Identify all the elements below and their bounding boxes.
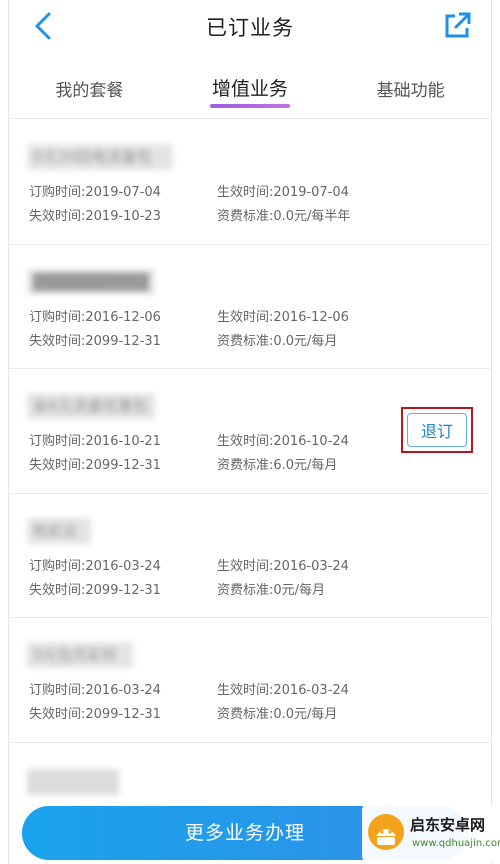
fee-standard: 资费标准:6.0元/每月 <box>217 458 338 473</box>
list-item-partial <box>9 743 491 803</box>
list-item: 和彩云 订购时间:2016-03-24 生效时间:2016-03-24 失效时间… <box>9 494 491 618</box>
tab-label: 基础功能 <box>376 81 445 101</box>
active-tab-underline <box>210 104 290 108</box>
fee-standard: 资费标准:0.0元/每月 <box>217 333 338 349</box>
share-button[interactable] <box>439 8 475 44</box>
watermark: 启东安卓网 www.qdhuajin.com <box>362 804 500 862</box>
order-time: 订购时间:2016-03-24 <box>29 558 161 574</box>
service-name: 0元30回电流量包 <box>27 144 173 170</box>
highlight-box: 退订 <box>401 407 473 453</box>
watermark-name: 启东安卓网 <box>410 816 486 834</box>
fee-standard: 资费标准:0.0元/每月 <box>217 707 338 722</box>
order-time: 订购时间:2016-12-06 <box>29 309 161 325</box>
service-name: ██████████ <box>27 268 155 295</box>
external-link-icon <box>445 12 471 38</box>
tab-my-package[interactable]: 我的套餐 <box>9 62 170 118</box>
service-name: 和彩云 <box>27 517 91 544</box>
expire-time: 失效时间:2099-12-31 <box>29 582 161 598</box>
list-item: 省6元流量优惠包 订购时间:2016-10-21 生效时间:2016-10-24… <box>9 369 491 494</box>
order-time: 订购时间:2016-03-24 <box>29 683 161 698</box>
android-logo-icon <box>368 814 404 850</box>
order-time: 订购时间:2016-10-21 <box>29 434 161 449</box>
effect-time: 生效时间:2016-03-24 <box>217 683 349 698</box>
tab-label: 我的套餐 <box>55 81 124 101</box>
list-item: 0元包月彩铃 订购时间:2016-03-24 生效时间:2016-03-24 失… <box>9 618 491 743</box>
fee-standard: 资费标准:0元/每月 <box>217 582 326 598</box>
tab-bar: 我的套餐 增值业务 基础功能 <box>9 62 491 118</box>
tab-value-added[interactable]: 增值业务 <box>170 62 331 118</box>
service-name: 省6元流量优惠包 <box>27 393 155 419</box>
expire-time: 失效时间:2099-12-31 <box>29 707 161 722</box>
effect-time: 生效时间:2016-12-06 <box>217 309 349 325</box>
order-time: 订购时间:2019-07-04 <box>29 185 161 200</box>
expire-time: 失效时间:2099-12-31 <box>29 333 161 349</box>
service-name: 0元包月彩铃 <box>27 642 133 668</box>
list-item: ██████████ 订购时间:2016-12-06 生效时间:2016-12-… <box>9 245 491 369</box>
tab-label: 增值业务 <box>212 78 289 100</box>
divider <box>9 118 491 119</box>
expire-time: 失效时间:2019-10-23 <box>29 209 161 224</box>
unsubscribe-button[interactable]: 退订 <box>407 413 467 447</box>
header: 已订业务 <box>9 0 491 54</box>
list-item: 0元30回电流量包 订购时间:2019-07-04 生效时间:2019-07-0… <box>9 120 491 245</box>
effect-time: 生效时间:2016-10-24 <box>217 434 349 449</box>
effect-time: 生效时间:2019-07-04 <box>217 185 349 200</box>
watermark-url: www.qdhuajin.com <box>412 838 500 849</box>
page-title: 已订业务 <box>206 16 294 40</box>
app-frame: 已订业务 我的套餐 增值业务 基础功能 0元30回电流量包 订购时间:2019-… <box>8 0 492 864</box>
expire-time: 失效时间:2099-12-31 <box>29 458 161 473</box>
tab-basic-functions[interactable]: 基础功能 <box>330 62 491 118</box>
order-list: 0元30回电流量包 订购时间:2019-07-04 生效时间:2019-07-0… <box>9 120 491 803</box>
service-name-redacted <box>27 768 119 795</box>
effect-time: 生效时间:2016-03-24 <box>217 558 349 574</box>
fee-standard: 资费标准:0.0元/每半年 <box>217 209 351 224</box>
